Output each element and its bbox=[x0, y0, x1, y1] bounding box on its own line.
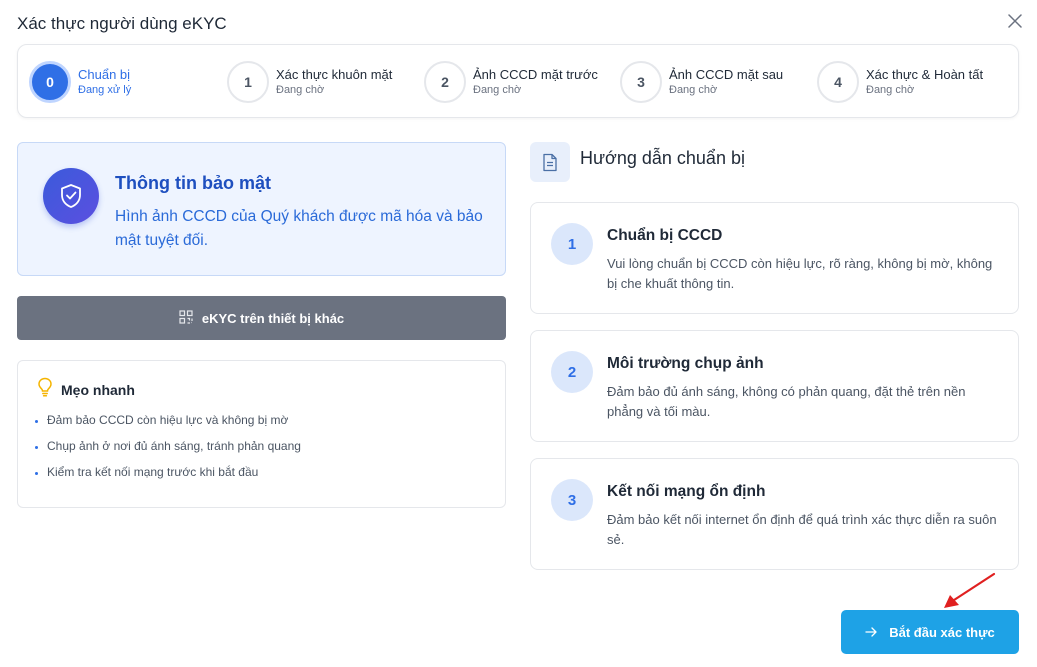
security-title: Thông tin bảo mật bbox=[115, 173, 271, 193]
card-number: 2 bbox=[551, 351, 593, 393]
step-anh-cccd-mat-truoc[interactable]: 2 Ảnh CCCD mặt trước Đang chờ bbox=[424, 45, 598, 119]
guide-card: 2 Môi trường chụp ảnh Đảm bảo đủ ánh sán… bbox=[530, 330, 1019, 442]
guide-card: 1 Chuẩn bị CCCD Vui lòng chuẩn bị CCCD c… bbox=[530, 202, 1019, 314]
guide-card: 3 Kết nối mạng ổn định Đảm bảo kết nối i… bbox=[530, 458, 1019, 570]
start-verification-button[interactable]: Bắt đầu xác thực bbox=[841, 610, 1019, 654]
step-status: Đang xử lý bbox=[78, 84, 132, 96]
step-label: Xác thực khuôn mặt bbox=[276, 67, 393, 82]
lightbulb-icon bbox=[37, 377, 53, 402]
step-anh-cccd-mat-sau[interactable]: 3 Ảnh CCCD mặt sau Đang chờ bbox=[620, 45, 783, 119]
security-description: Hình ảnh CCCD của Quý khách được mã hóa … bbox=[115, 208, 483, 249]
step-number: 2 bbox=[424, 61, 466, 103]
card-title: Chuẩn bị CCCD bbox=[607, 227, 723, 244]
annotation-arrow-icon bbox=[944, 572, 996, 608]
card-number: 1 bbox=[551, 223, 593, 265]
guide-title: Hướng dẫn chuẩn bị bbox=[580, 148, 745, 168]
close-icon[interactable] bbox=[1005, 11, 1025, 31]
step-label: Ảnh CCCD mặt trước bbox=[473, 67, 598, 82]
card-description: Vui lòng chuẩn bị CCCD còn hiệu lực, rõ … bbox=[607, 256, 993, 291]
step-status: Đang chờ bbox=[473, 84, 522, 96]
card-description: Đảm bảo kết nối internet ổn định để quá … bbox=[607, 512, 997, 547]
card-title: Kết nối mạng ổn định bbox=[607, 483, 766, 500]
ekyc-other-device-button[interactable]: eKYC trên thiết bị khác bbox=[17, 296, 506, 340]
tip-item: Kiểm tra kết nối mạng trước khi bắt đầu bbox=[35, 459, 301, 485]
card-number: 3 bbox=[551, 479, 593, 521]
stepper: 0 Chuẩn bị Đang xử lý 1 Xác thực khuôn m… bbox=[17, 44, 1019, 118]
step-status: Đang chờ bbox=[669, 84, 718, 96]
card-title: Môi trường chụp ảnh bbox=[607, 355, 764, 372]
step-status: Đang chờ bbox=[276, 84, 325, 96]
step-number: 1 bbox=[227, 61, 269, 103]
step-label: Chuẩn bị bbox=[78, 67, 131, 82]
tip-item: Đảm bảo CCCD còn hiệu lực và không bị mờ bbox=[35, 407, 301, 433]
step-number: 3 bbox=[620, 61, 662, 103]
step-label: Ảnh CCCD mặt sau bbox=[669, 67, 784, 82]
step-xac-thuc-khuon-mat[interactable]: 1 Xác thực khuôn mặt Đang chờ bbox=[227, 45, 392, 119]
tip-item: Chụp ảnh ở nơi đủ ánh sáng, tránh phản q… bbox=[35, 433, 301, 459]
step-chuan-bi[interactable]: 0 Chuẩn bị Đang xử lý bbox=[29, 45, 131, 119]
other-device-label: eKYC trên thiết bị khác bbox=[201, 310, 345, 326]
step-xac-thuc-hoan-tat[interactable]: 4 Xác thực & Hoàn tất Đang chờ bbox=[817, 45, 983, 119]
quick-tips-panel: Mẹo nhanh Đảm bảo CCCD còn hiệu lực và k… bbox=[17, 360, 506, 508]
step-label: Xác thực & Hoàn tất bbox=[866, 67, 984, 82]
shield-check-icon bbox=[43, 168, 99, 224]
step-number: 4 bbox=[817, 61, 859, 103]
arrow-right-icon bbox=[865, 625, 877, 640]
step-number: 0 bbox=[29, 61, 71, 103]
step-status: Đang chờ bbox=[866, 84, 915, 96]
tips-list: Đảm bảo CCCD còn hiệu lực và không bị mờ… bbox=[35, 407, 301, 485]
document-icon bbox=[530, 142, 570, 182]
start-button-label: Bắt đầu xác thực bbox=[889, 624, 995, 640]
dialog-title: Xác thực người dùng eKYC bbox=[17, 14, 227, 33]
tips-title: Mẹo nhanh bbox=[61, 381, 135, 398]
qr-code-icon bbox=[179, 309, 193, 327]
card-description: Đảm bảo đủ ánh sáng, không có phản quang… bbox=[607, 384, 966, 419]
security-info-panel: Thông tin bảo mật Hình ảnh CCCD của Quý … bbox=[17, 142, 506, 276]
